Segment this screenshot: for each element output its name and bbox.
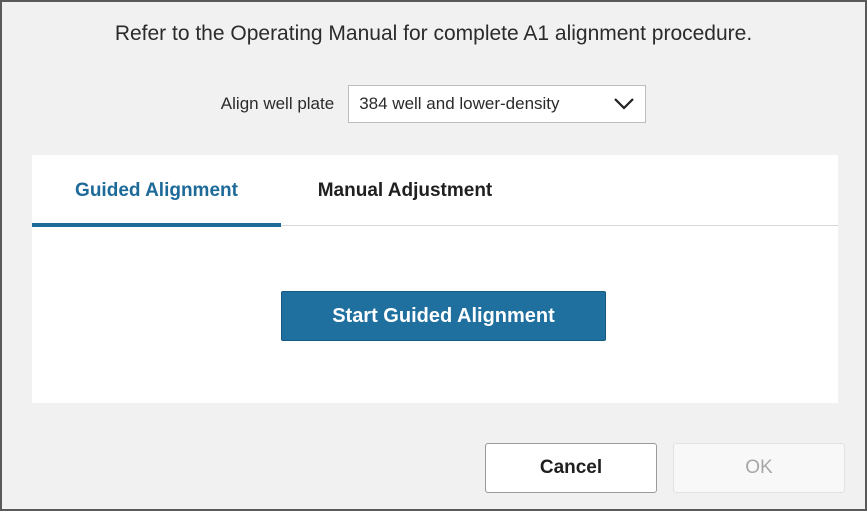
plate-row: Align well plate 384 well and lower-dens…	[2, 85, 865, 123]
tab-manual-adjustment[interactable]: Manual Adjustment	[294, 155, 516, 226]
instruction-text: Refer to the Operating Manual for comple…	[114, 22, 753, 45]
start-guided-alignment-button[interactable]: Start Guided Alignment	[281, 291, 606, 341]
alignment-dialog: Refer to the Operating Manual for comple…	[0, 0, 867, 511]
chevron-down-icon	[614, 98, 634, 110]
ok-button[interactable]: OK	[673, 443, 845, 493]
tab-bar: Guided Alignment Manual Adjustment	[32, 155, 838, 227]
tab-guided-alignment[interactable]: Guided Alignment	[32, 155, 281, 227]
plate-label: Align well plate	[220, 94, 335, 113]
plate-dropdown-value: 384 well and lower-density	[359, 94, 560, 113]
alignment-panel: Guided Alignment Manual Adjustment Start…	[32, 155, 838, 403]
plate-dropdown[interactable]: 384 well and lower-density	[348, 85, 647, 123]
cancel-button[interactable]: Cancel	[485, 443, 657, 493]
